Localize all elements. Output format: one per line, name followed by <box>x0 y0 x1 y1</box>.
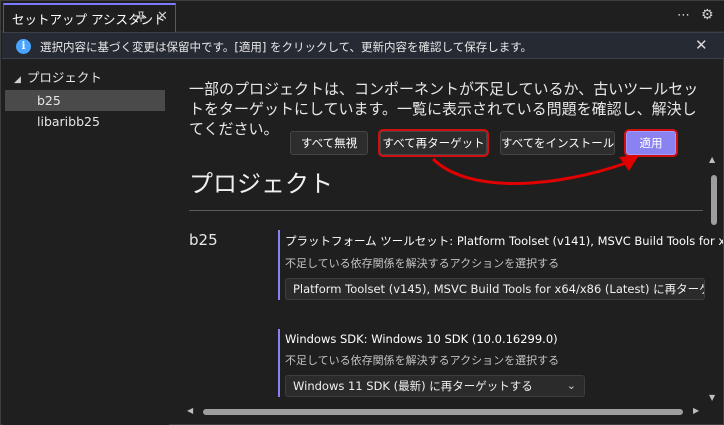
project-tree: ◢ プロジェクト b25 libaribb25 <box>2 59 169 425</box>
vertical-scrollbar[interactable]: ▲ ▼ <box>707 153 721 403</box>
tree-root-label: プロジェクト <box>26 70 102 85</box>
info-icon: i <box>16 39 31 54</box>
intro-text: 一部のプロジェクトは、コンポーネントが不足しているか、古いツールセットをターゲッ… <box>189 80 699 138</box>
action-dropdown[interactable]: Windows 11 SDK (最新) に再ターゲットする ⌄ <box>285 375 585 397</box>
ignore-all-button[interactable]: すべて無視 <box>290 131 368 155</box>
issue-title: Windows SDK: Windows 10 SDK (10.0.16299.… <box>285 332 558 346</box>
tab-setup-assistant[interactable]: セットアップ アシスタント ✕ <box>3 3 176 32</box>
more-options-icon[interactable]: ⋯ <box>677 8 691 23</box>
tab-strip: セットアップ アシスタント ✕ ⋯ ⚙ <box>1 1 724 32</box>
issue-windows-sdk: Windows SDK: Windows 10 SDK (10.0.16299.… <box>278 329 708 397</box>
install-all-button[interactable]: すべてをインストール <box>500 131 615 155</box>
issue-platform-toolset: プラットフォーム ツールセット: Platform Toolset (v141)… <box>278 230 723 300</box>
tree-root-projects[interactable]: ◢ プロジェクト <box>14 67 102 86</box>
dropdown-value: Windows 11 SDK (最新) に再ターゲットする <box>293 379 533 393</box>
scroll-thumb[interactable] <box>711 175 717 225</box>
tree-item-libaribb25[interactable]: libaribb25 <box>5 111 165 132</box>
action-dropdown[interactable]: Platform Toolset (v145), MSVC Build Tool… <box>285 278 705 300</box>
dropdown-value: Platform Toolset (v145), MSVC Build Tool… <box>293 282 704 296</box>
apply-button[interactable]: 適用 <box>626 131 676 155</box>
tab-close-icon[interactable]: ✕ <box>157 9 168 24</box>
collapse-caret-icon[interactable]: ◢ <box>14 75 21 85</box>
gear-icon[interactable]: ⚙ <box>701 7 714 23</box>
issue-subtitle: 不足している依存関係を解決するアクションを選択する <box>285 257 560 270</box>
issue-subtitle: 不足している依存関係を解決するアクションを選択する <box>285 354 560 367</box>
main-panel: 一部のプロジェクトは、コンポーネントが不足しているか、古いツールセットをターゲッ… <box>171 59 723 425</box>
info-bar: i 選択内容に基づく変更は保留中です。[適用] をクリックして、更新内容を確認し… <box>2 32 724 59</box>
project-name: b25 <box>189 231 218 249</box>
horizontal-scrollbar[interactable]: ◀ ▶ <box>185 405 705 419</box>
info-message: 選択内容に基づく変更は保留中です。[適用] をクリックして、更新内容を確認して保… <box>40 40 533 54</box>
scroll-thumb[interactable] <box>203 409 683 415</box>
setup-assistant-window: セットアップ アシスタント ✕ ⋯ ⚙ i 選択内容に基づく変更は保留中です。[… <box>0 0 724 425</box>
info-close-icon[interactable]: ✕ <box>695 36 708 54</box>
retarget-all-button[interactable]: すべて再ターゲット <box>380 131 487 155</box>
scroll-down-arrow-icon[interactable]: ▼ <box>709 393 715 402</box>
scroll-up-arrow-icon[interactable]: ▲ <box>709 155 715 164</box>
section-title: プロジェクト <box>189 170 333 198</box>
pin-icon[interactable] <box>135 11 147 26</box>
chevron-down-icon: ⌄ <box>566 379 576 392</box>
issue-title: プラットフォーム ツールセット: Platform Toolset (v141)… <box>285 234 723 248</box>
scroll-left-arrow-icon[interactable]: ◀ <box>187 406 193 415</box>
divider <box>189 210 703 211</box>
scroll-right-arrow-icon[interactable]: ▶ <box>693 406 699 415</box>
tree-item-b25[interactable]: b25 <box>5 90 165 111</box>
